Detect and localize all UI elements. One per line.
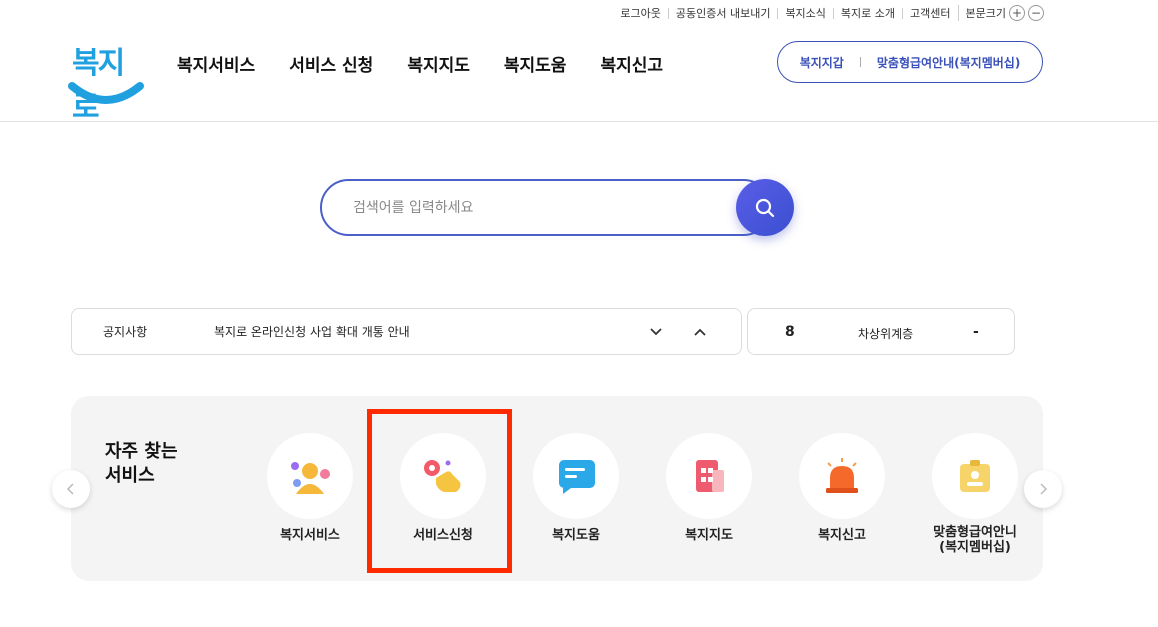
- nav-welfare-service[interactable]: 복지서비스: [177, 51, 255, 76]
- carousel-next-button[interactable]: [1024, 470, 1062, 508]
- search-input[interactable]: [353, 199, 713, 216]
- zoom-out-button[interactable]: −: [1028, 5, 1044, 21]
- service-label: 복지서비스: [280, 528, 340, 543]
- service-custom-benefit[interactable]: 맞춤형급여안니 (복지멤버십): [920, 433, 1030, 555]
- welfare-wallet-link[interactable]: 복지지갑: [800, 54, 844, 71]
- frequent-services-title: 자주 찾는 서비스: [105, 440, 178, 488]
- rank-keyword: 차상위계층: [858, 327, 914, 341]
- logout-link[interactable]: 로그아웃: [620, 8, 667, 19]
- frequent-title-line1: 자주 찾는: [105, 441, 178, 462]
- search-area: [320, 179, 794, 236]
- utility-bar: 로그아웃 공동인증서 내보내기 복지소식 복지로 소개 고객센터 본문크기 + …: [620, 4, 1044, 22]
- chevron-right-icon: [1040, 483, 1048, 495]
- service-icon-circle: [799, 433, 885, 519]
- chat-bubble-icon: [559, 460, 595, 494]
- chevron-left-icon: [66, 483, 74, 495]
- service-icon-circle: [666, 433, 752, 519]
- id-card-icon: [960, 460, 990, 492]
- notice-title[interactable]: 복지로 온라인신청 사업 확대 개통 안내: [214, 323, 410, 340]
- nav-service-apply[interactable]: 서비스 신청: [289, 51, 373, 76]
- siren-icon: [826, 458, 858, 493]
- about-link[interactable]: 복지로 소개: [832, 7, 902, 19]
- export-certificate-link[interactable]: 공동인증서 내보내기: [667, 7, 778, 19]
- custom-benefit-link[interactable]: 맞춤형급여안내(복지멤버십): [877, 54, 1020, 71]
- customer-center-link[interactable]: 고객센터: [902, 7, 957, 19]
- frequent-services: 자주 찾는 서비스 복지서비스 서비스신청 복지도움 복지지도 복지신고 맞춤형…: [71, 396, 1043, 581]
- people-icon: [291, 462, 330, 494]
- service-label: 맞춤형급여안니 (복지멤버십): [933, 525, 1017, 555]
- nav-welfare-help[interactable]: 복지도움: [504, 51, 567, 76]
- notice-bar: 공지사항 복지로 온라인신청 사업 확대 개통 안내: [71, 308, 742, 355]
- service-label: 복지신고: [818, 528, 866, 543]
- service-welfare-map[interactable]: 복지지도: [654, 433, 764, 543]
- service-welfare-report[interactable]: 복지신고: [787, 433, 897, 543]
- zoom-in-button[interactable]: +: [1009, 5, 1025, 21]
- main-nav: 복지서비스 서비스 신청 복지지도 복지도움 복지신고: [177, 51, 697, 76]
- chevron-up-icon[interactable]: [692, 324, 708, 340]
- logo-smile-icon: [68, 82, 144, 104]
- pill-divider: [859, 57, 861, 67]
- text-size-label: 본문크기: [965, 7, 1006, 20]
- service-welfare-help[interactable]: 복지도움: [521, 433, 631, 543]
- notice-label: 공지사항: [103, 325, 148, 339]
- site-logo[interactable]: 복지로: [68, 38, 144, 125]
- rank-change: -: [973, 324, 979, 340]
- search-icon: [755, 198, 775, 217]
- welfare-news-link[interactable]: 복지소식: [777, 7, 832, 19]
- service-icon-circle: [932, 433, 1018, 519]
- nav-welfare-report[interactable]: 복지신고: [600, 51, 663, 76]
- text-size-control: 본문크기 + −: [957, 5, 1044, 21]
- nav-welfare-map[interactable]: 복지지도: [407, 51, 470, 76]
- chevron-down-icon[interactable]: [648, 324, 664, 340]
- search-box: [320, 179, 772, 236]
- building-icon: [696, 460, 724, 492]
- rank-number: 8: [785, 324, 795, 340]
- quick-links-pill: 복지지갑 맞춤형급여안내(복지멤버십): [777, 41, 1043, 83]
- popular-keyword-box[interactable]: 8 차상위계층 -: [747, 308, 1015, 355]
- service-icon-circle: [267, 433, 353, 519]
- frequent-title-line2: 서비스: [105, 465, 155, 486]
- search-button[interactable]: [736, 179, 794, 236]
- header-divider: [0, 121, 1158, 122]
- service-label: 복지지도: [685, 528, 733, 543]
- service-icon-circle: [533, 433, 619, 519]
- carousel-prev-button[interactable]: [52, 470, 90, 508]
- service-welfare-service[interactable]: 복지서비스: [255, 433, 365, 543]
- service-label: 복지도움: [552, 528, 600, 543]
- highlight-box: [367, 409, 512, 573]
